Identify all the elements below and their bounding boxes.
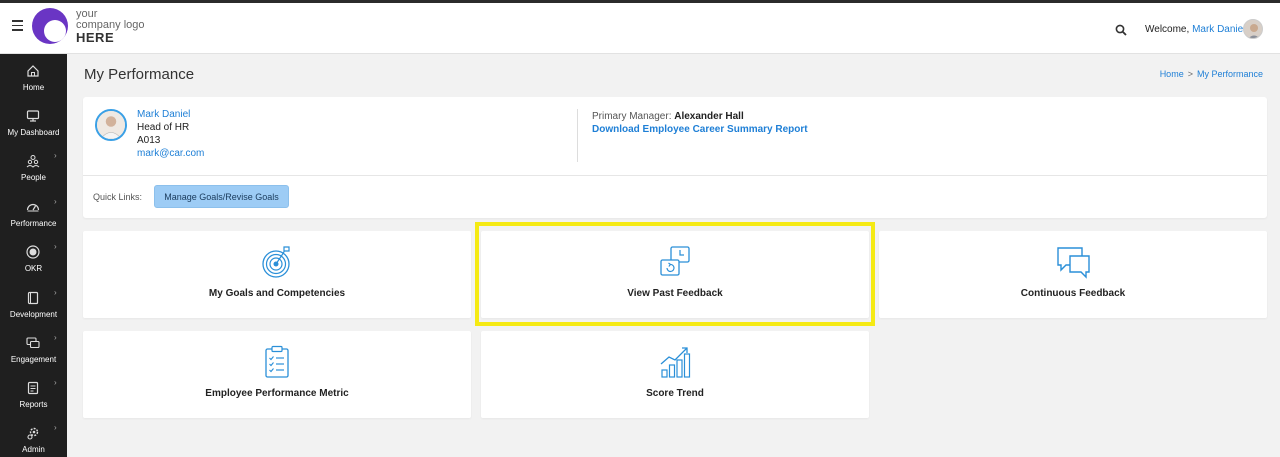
sidebar-item-home[interactable]: Home	[0, 60, 67, 104]
welcome-text: Welcome, Mark Daniel	[1145, 24, 1245, 35]
tile-label: Employee Performance Metric	[205, 388, 349, 399]
sidebar-item-label: Home	[22, 83, 45, 92]
clipboard-checklist-icon	[265, 345, 289, 378]
sidebar-item-label: Performance	[10, 219, 57, 228]
sidebar-item-label: People	[21, 173, 46, 182]
tile-label: My Goals and Competencies	[208, 288, 346, 299]
chevron-right-icon: ›	[54, 242, 57, 251]
chat-bubbles-icon	[1057, 247, 1090, 279]
highlight-box	[475, 222, 875, 326]
vertical-divider	[577, 109, 578, 162]
download-career-report-link[interactable]: Download Employee Career Summary Report	[592, 124, 808, 135]
tile-score-trend[interactable]: Score Trend	[481, 331, 869, 418]
tile-employee-performance-metric[interactable]: Employee Performance Metric	[83, 331, 471, 418]
sidebar-item-development[interactable]: › Development	[0, 287, 67, 331]
tile-my-goals[interactable]: My Goals and Competencies	[83, 231, 471, 318]
horizontal-divider	[83, 175, 1267, 176]
logo-line-3: HERE	[76, 30, 115, 45]
home-icon	[27, 65, 39, 77]
sidebar-item-my-dashboard[interactable]: My Dashboard	[0, 105, 67, 149]
sidebar-item-engagement[interactable]: › Engagement	[0, 332, 67, 376]
book-icon	[27, 291, 39, 305]
chat-icon	[26, 337, 40, 349]
company-logo-text: your company logo HERE	[76, 9, 145, 45]
quick-links-label: Quick Links:	[93, 192, 143, 202]
sidebar-item-reports[interactable]: › Reports	[0, 377, 67, 421]
breadcrumb-current[interactable]: My Performance	[1197, 69, 1263, 79]
sidebar-item-okr[interactable]: › OKR	[0, 241, 67, 285]
menu-icon[interactable]	[12, 20, 23, 31]
bar-trend-icon	[660, 347, 691, 378]
sidebar: Home My Dashboard › People › Performance…	[0, 54, 67, 457]
okr-icon	[26, 245, 40, 259]
welcome-prefix: Welcome,	[1145, 24, 1190, 35]
sidebar-item-label: My Dashboard	[7, 128, 60, 137]
monitor-icon	[26, 110, 40, 122]
top-bar: your company logo HERE Welcome, Mark Dan…	[0, 0, 1280, 54]
manager-label: Primary Manager:	[592, 111, 672, 122]
user-avatar[interactable]	[1243, 19, 1263, 39]
sidebar-item-label: OKR	[24, 264, 43, 273]
tile-label: Continuous Feedback	[1020, 288, 1126, 299]
gear-icon	[27, 427, 39, 440]
breadcrumb-home[interactable]: Home	[1160, 69, 1184, 79]
chevron-right-icon: ›	[54, 378, 57, 387]
search-icon[interactable]	[1115, 24, 1127, 36]
profile-employee-code: A013	[137, 135, 161, 146]
profile-email-link[interactable]: mark@car.com	[137, 147, 204, 160]
chevron-right-icon: ›	[54, 423, 57, 432]
chevron-right-icon: ›	[54, 333, 57, 342]
profile-role: Head of HR	[137, 122, 190, 133]
profile-info: Mark Daniel Head of HR A013 mark@car.com	[137, 108, 204, 160]
sidebar-item-performance[interactable]: › Performance	[0, 196, 67, 240]
chevron-right-icon: ›	[54, 151, 57, 160]
sidebar-item-label: Reports	[19, 400, 48, 409]
breadcrumb-separator: >	[1187, 69, 1193, 79]
profile-name-link[interactable]: Mark Daniel	[137, 108, 204, 121]
sidebar-item-admin[interactable]: › Admin	[0, 422, 67, 457]
page-title: My Performance	[84, 66, 195, 83]
company-logo[interactable]	[32, 8, 68, 44]
tile-label: Score Trend	[646, 388, 704, 399]
breadcrumb: Home > My Performance	[1160, 69, 1263, 79]
sidebar-item-label: Admin	[22, 445, 45, 454]
chevron-right-icon: ›	[54, 197, 57, 206]
profile-avatar[interactable]	[95, 109, 127, 141]
user-name-link[interactable]: Mark Daniel	[1192, 24, 1245, 35]
sidebar-item-label: Development	[9, 310, 58, 319]
profile-card: Mark Daniel Head of HR A013 mark@car.com…	[83, 97, 1267, 218]
people-icon	[26, 155, 40, 168]
report-icon	[27, 381, 39, 395]
gauge-icon	[26, 203, 40, 212]
chevron-right-icon: ›	[54, 288, 57, 297]
manager-name: Alexander Hall	[674, 111, 744, 122]
sidebar-item-label: Engagement	[10, 355, 57, 364]
target-icon	[262, 246, 290, 278]
manage-goals-button[interactable]: Manage Goals/Revise Goals	[154, 185, 289, 208]
tile-continuous-feedback[interactable]: Continuous Feedback	[879, 231, 1267, 318]
sidebar-item-people[interactable]: › People	[0, 150, 67, 194]
primary-manager: Primary Manager: Alexander Hall	[592, 111, 744, 122]
